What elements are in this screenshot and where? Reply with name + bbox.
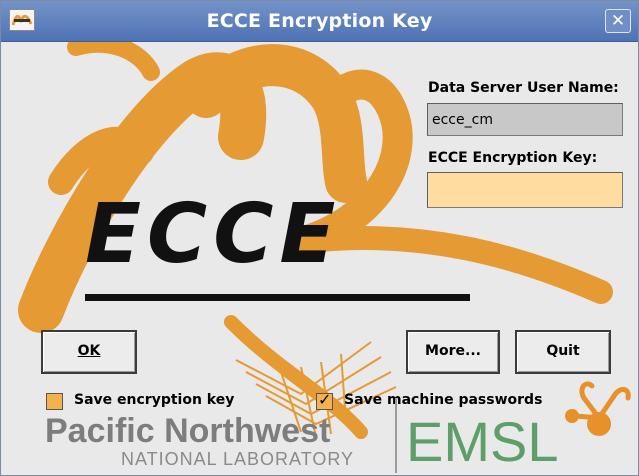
more-button[interactable]: More... bbox=[406, 330, 500, 374]
logo-divider bbox=[395, 398, 397, 473]
save-machine-passwords-checkbox[interactable]: ✓ bbox=[316, 390, 333, 410]
quit-button-label: Quit bbox=[546, 343, 580, 359]
pnnl-logo-line1: Pacific Northwest bbox=[45, 412, 331, 450]
user-name-label: Data Server User Name: bbox=[428, 80, 619, 96]
emsl-logo-text: EMSL bbox=[406, 410, 559, 473]
save-machine-passwords-label[interactable]: Save machine passwords bbox=[344, 392, 542, 408]
window-title: ECCE Encryption Key bbox=[206, 10, 433, 32]
encryption-key-dialog: ECCE Encryption Key ✕ ECCE Data Server U… bbox=[0, 0, 639, 476]
ok-button-label: OK bbox=[77, 343, 101, 359]
quit-button[interactable]: Quit bbox=[515, 330, 611, 374]
ok-button[interactable]: OK bbox=[41, 330, 137, 374]
more-button-label: More... bbox=[425, 343, 481, 359]
encryption-key-label: ECCE Encryption Key: bbox=[428, 150, 598, 166]
encryption-key-input[interactable] bbox=[427, 172, 623, 208]
dialog-content: ECCE Data Server User Name: ECCE Encrypt… bbox=[1, 42, 638, 475]
checkmark-icon: ✓ bbox=[318, 390, 332, 409]
title-bar[interactable]: ECCE Encryption Key ✕ bbox=[1, 1, 638, 42]
pnnl-logo-line2: NATIONAL LABORATORY bbox=[121, 449, 355, 469]
save-encryption-key-label[interactable]: Save encryption key bbox=[74, 392, 234, 408]
close-button[interactable]: ✕ bbox=[605, 9, 631, 33]
ecce-logo-text: ECCE bbox=[85, 187, 342, 282]
save-encryption-key-checkbox[interactable] bbox=[46, 393, 63, 410]
user-name-input[interactable] bbox=[427, 103, 623, 136]
close-icon: ✕ bbox=[610, 11, 626, 31]
molecule-icon bbox=[565, 381, 631, 436]
